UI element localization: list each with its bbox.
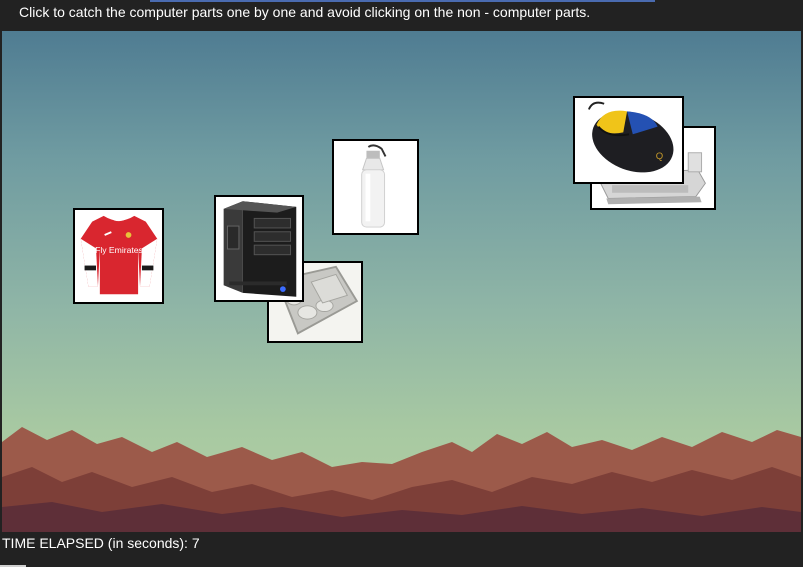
instruction-text: Click to catch the computer parts one by… xyxy=(19,4,591,20)
item-football-jersey[interactable]: Fly Emirates xyxy=(73,208,164,304)
mouse-icon: Q xyxy=(575,98,682,182)
mountain-range xyxy=(2,427,801,532)
jersey-text: Fly Emirates xyxy=(95,245,143,255)
game-area[interactable]: Fly Emirates Q xyxy=(2,31,801,532)
svg-text:Q: Q xyxy=(656,151,663,162)
bottle-icon xyxy=(334,141,417,233)
time-elapsed-value: 7 xyxy=(191,535,200,551)
cpu-tower-icon xyxy=(216,197,302,300)
status-bar: TIME ELAPSED (in seconds): 7 xyxy=(0,532,803,567)
top-accent-line xyxy=(150,0,655,2)
time-elapsed-label: TIME ELAPSED (in seconds): xyxy=(2,535,192,551)
item-cpu-tower[interactable] xyxy=(214,195,304,302)
item-mouse[interactable]: Q xyxy=(573,96,684,184)
instruction-bar: Click to catch the computer parts one by… xyxy=(0,0,803,31)
jersey-icon: Fly Emirates xyxy=(80,215,158,295)
item-water-bottle[interactable] xyxy=(332,139,419,235)
